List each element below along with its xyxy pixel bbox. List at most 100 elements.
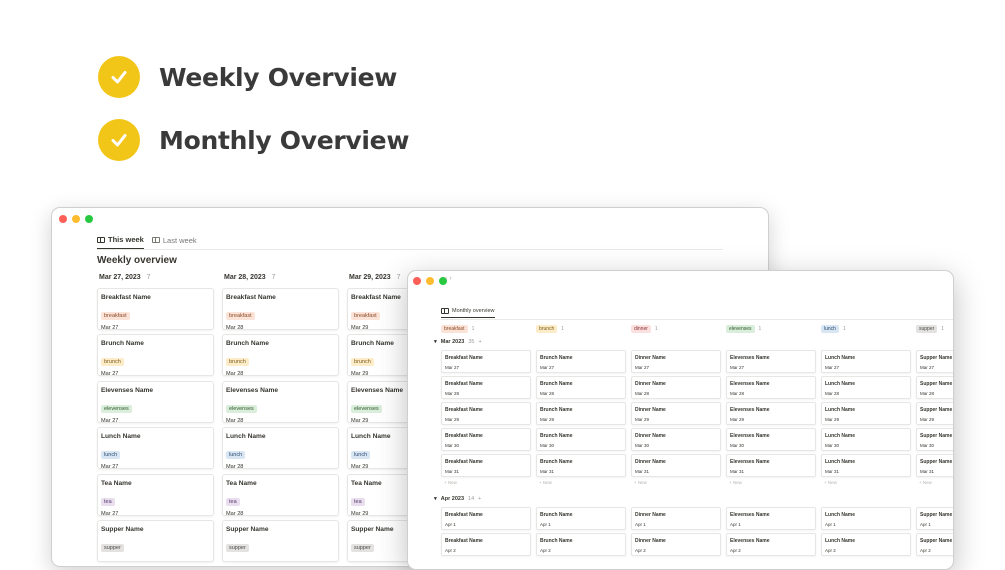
meal-card[interactable]: Breakfast Name Mar 29 <box>441 402 531 425</box>
meal-card[interactable]: Lunch Name Apr 2 <box>821 533 911 556</box>
add-icon[interactable]: + <box>478 496 481 502</box>
meal-date: Apr 2 <box>730 548 741 553</box>
meal-card[interactable]: Lunch Name Mar 28 <box>821 376 911 399</box>
add-icon[interactable]: + <box>478 339 481 345</box>
meal-card[interactable]: Lunch Name Mar 29 <box>821 402 911 425</box>
meal-card[interactable]: Elevenses Name Mar 27 <box>726 350 816 373</box>
new-card-button[interactable]: + New <box>821 480 911 490</box>
meal-name: Dinner Name <box>635 355 666 361</box>
minimize-window-button[interactable] <box>426 277 434 285</box>
meal-tag: elevenses <box>226 404 257 413</box>
new-card-button[interactable]: + New <box>916 480 953 490</box>
group-header[interactable]: ▾ Apr 2023 14 + <box>434 496 481 502</box>
column-header: lunch 1 <box>821 325 846 333</box>
meal-tag: lunch <box>351 451 371 460</box>
meal-card[interactable]: Elevenses Name Mar 28 <box>726 376 816 399</box>
new-card-button[interactable]: + New <box>631 480 721 490</box>
meal-card[interactable]: Brunch Name Mar 27 <box>536 350 626 373</box>
board-column: Mar 27, 2023 7 Breakfast Name breakfast Mar … <box>97 274 214 566</box>
meal-card[interactable]: Breakfast Name Mar 30 <box>441 428 531 451</box>
meal-card[interactable]: Dinner Name Mar 31 <box>631 454 721 477</box>
nav-arrows[interactable]: ‹ › <box>445 275 452 282</box>
zoom-window-button[interactable] <box>85 215 93 223</box>
meal-card[interactable]: Dinner Name Apr 1 <box>631 507 721 530</box>
meal-card[interactable]: Brunch Name Mar 29 <box>536 402 626 425</box>
meal-date: Apr 1 <box>920 522 931 527</box>
meal-card[interactable]: Elevenses Name elevenses Mar 27 <box>97 380 214 424</box>
meal-card[interactable]: Breakfast Name Mar 28 <box>441 376 531 399</box>
meal-card[interactable]: Brunch Name Apr 1 <box>536 507 626 530</box>
close-window-button[interactable] <box>413 277 421 285</box>
close-window-button[interactable] <box>59 215 67 223</box>
meal-card[interactable]: Supper Name Mar 28 <box>916 376 953 399</box>
meal-card[interactable]: Lunch Name Mar 30 <box>821 428 911 451</box>
meal-card[interactable]: Brunch Name Apr 2 <box>536 533 626 556</box>
meal-name: Elevenses Name <box>730 407 770 413</box>
meal-name: Elevenses Name <box>730 433 770 439</box>
meal-card[interactable]: Dinner Name Mar 29 <box>631 402 721 425</box>
meal-card[interactable]: Elevenses Name Apr 1 <box>726 507 816 530</box>
meal-card[interactable]: Brunch Name Mar 30 <box>536 428 626 451</box>
monthly-window: ‹ › Monthly overview breakfast 1 brunch 1 di… <box>407 270 954 570</box>
meal-card[interactable]: Supper Name Mar 27 <box>916 350 953 373</box>
meal-card[interactable]: Supper Name Mar 31 <box>916 454 953 477</box>
meal-card[interactable]: Dinner Name Mar 27 <box>631 350 721 373</box>
meal-card[interactable]: Brunch Name brunch Mar 28 <box>222 334 339 378</box>
meal-card[interactable]: Brunch Name brunch Mar 27 <box>97 334 214 377</box>
triangle-down-icon[interactable]: ▾ <box>434 339 437 345</box>
meal-card[interactable]: Elevenses Name Mar 30 <box>726 428 816 451</box>
meal-card[interactable]: Elevenses Name Apr 2 <box>726 533 816 556</box>
meal-card[interactable]: Lunch Name Mar 27 <box>821 350 911 373</box>
view-tabs: This week Last week <box>97 235 723 250</box>
meal-card[interactable]: Supper Name supper <box>222 519 339 562</box>
tab-label: Last week <box>162 235 197 245</box>
meal-date: Mar 28 <box>226 371 244 378</box>
meal-name: Brunch Name <box>226 340 269 348</box>
new-card-button[interactable]: + New <box>536 480 626 490</box>
tab-last-week[interactable]: Last week <box>151 235 197 249</box>
group-label: Apr 2023 <box>440 496 465 502</box>
new-card-button[interactable]: + New <box>726 480 816 490</box>
meal-card[interactable]: Lunch Name Apr 1 <box>821 507 911 530</box>
meal-card[interactable]: Breakfast Name Apr 1 <box>441 507 531 530</box>
column-date: Mar 29, 2023 <box>349 274 391 281</box>
meal-date: Mar 29 <box>635 417 650 422</box>
meal-card[interactable]: Brunch Name Mar 31 <box>536 454 626 477</box>
meal-card[interactable]: Elevenses Name Mar 29 <box>726 402 816 425</box>
meal-name: Elevenses Name <box>730 381 770 387</box>
triangle-down-icon[interactable]: ▾ <box>434 496 437 502</box>
group-header[interactable]: ▾ Mar 2023 35 + <box>434 339 482 345</box>
meal-card[interactable]: Lunch Name lunch Mar 28 <box>222 427 339 470</box>
tab-monthly-overview[interactable]: Monthly overview <box>441 308 495 318</box>
meal-card[interactable]: Elevenses Name Mar 31 <box>726 454 816 477</box>
meal-card[interactable]: Supper Name supper <box>97 519 214 562</box>
meal-card[interactable]: Supper Name Mar 29 <box>916 402 953 425</box>
meal-card[interactable]: Breakfast Name Mar 27 <box>441 350 531 373</box>
tab-this-week[interactable]: This week <box>97 235 144 249</box>
meal-card[interactable]: Lunch Name Mar 31 <box>821 454 911 477</box>
meal-tag: elevenses <box>351 404 382 413</box>
meal-card[interactable]: Supper Name Apr 1 <box>916 507 953 530</box>
meal-date: Mar 28 <box>635 391 650 396</box>
meal-card[interactable]: Dinner Name Mar 28 <box>631 376 721 399</box>
meal-card[interactable]: Tea Name tea Mar 27 <box>97 473 214 517</box>
meal-card[interactable]: Supper Name Apr 2 <box>916 533 953 556</box>
meal-card[interactable]: Tea Name tea Mar 28 <box>222 473 339 517</box>
meal-date: Apr 1 <box>825 522 836 527</box>
feature-label: Monthly Overview <box>159 125 410 155</box>
new-card-button[interactable]: + New <box>441 480 531 490</box>
meal-card[interactable]: Dinner Name Mar 30 <box>631 428 721 451</box>
meal-card[interactable]: Breakfast Name breakfast Mar 28 <box>222 288 339 331</box>
window-controls <box>59 215 93 223</box>
meal-card[interactable]: Lunch Name lunch Mar 27 <box>97 427 214 470</box>
meal-card[interactable]: Breakfast Name breakfast Mar 27 <box>97 288 214 331</box>
meal-card[interactable]: Brunch Name Mar 28 <box>536 376 626 399</box>
meal-card[interactable]: Breakfast Name Apr 2 <box>441 533 531 556</box>
minimize-window-button[interactable] <box>72 215 80 223</box>
meal-date: Mar 27 <box>730 365 745 370</box>
meal-card[interactable]: Breakfast Name Mar 31 <box>441 454 531 477</box>
meal-card[interactable]: Elevenses Name elevenses Mar 28 <box>222 380 339 424</box>
feature-monthly-overview: Monthly Overview <box>98 119 409 161</box>
meal-card[interactable]: Dinner Name Apr 2 <box>631 533 721 556</box>
meal-card[interactable]: Supper Name Mar 30 <box>916 428 953 451</box>
